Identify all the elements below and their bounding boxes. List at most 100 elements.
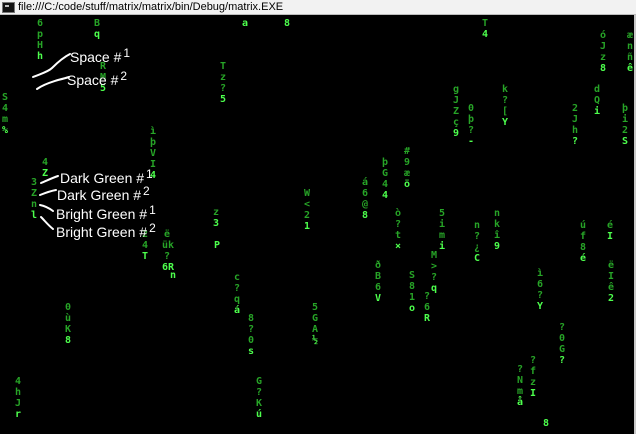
matrix-column: 0 þ? - bbox=[466, 103, 476, 147]
matrix-char: ? bbox=[536, 290, 544, 301]
matrix-char: 8 bbox=[64, 335, 72, 346]
matrix-char: ? bbox=[516, 364, 524, 375]
matrix-char: B bbox=[374, 271, 382, 282]
matrix-char: h bbox=[571, 125, 579, 136]
matrix-char: T bbox=[481, 18, 489, 29]
annotation-bright-green-2-text: Bright Green # bbox=[56, 224, 148, 240]
matrix-char: 6 bbox=[536, 279, 544, 290]
matrix-char: i bbox=[621, 114, 629, 125]
annotation-space-1: Space #1 bbox=[70, 46, 130, 65]
matrix-char: Z bbox=[452, 106, 460, 117]
matrix-column: á 6 @8 bbox=[360, 177, 370, 221]
matrix-char: æ bbox=[403, 168, 411, 179]
matrix-char: á bbox=[361, 177, 369, 188]
annotation-space-2-num: 2 bbox=[120, 69, 128, 83]
matrix-column: ì 6? Y bbox=[535, 268, 545, 312]
matrix-char: n bbox=[626, 41, 634, 52]
matrix-char: 9 bbox=[493, 241, 501, 252]
matrix-column: 4Z bbox=[40, 157, 50, 179]
matrix-char: T bbox=[141, 251, 149, 262]
matrix-char: ù bbox=[64, 313, 72, 324]
matrix-column: ? 6 R bbox=[422, 291, 432, 324]
matrix-column: a bbox=[240, 18, 250, 29]
matrix-char: ò bbox=[394, 208, 402, 219]
matrix-char: N bbox=[516, 375, 524, 386]
matrix-char: G bbox=[255, 376, 263, 387]
matrix-column: #9 æ ö bbox=[402, 146, 412, 190]
matrix-char: × bbox=[394, 241, 402, 252]
matrix-char: k bbox=[493, 219, 501, 230]
matrix-column: 5GA½ bbox=[310, 302, 320, 346]
annotation-bright-green-1: Bright Green #1 bbox=[56, 203, 156, 222]
matrix-char: Z bbox=[30, 188, 38, 199]
matrix-char: m bbox=[438, 230, 446, 241]
matrix-char: 2 bbox=[621, 125, 629, 136]
window-title: file:///C:/code/stuff/matrix/matrix/bin/… bbox=[18, 0, 284, 13]
annotation-space-2: Space #2 bbox=[67, 69, 127, 88]
matrix-char: ? bbox=[571, 136, 579, 147]
matrix-char: æ bbox=[626, 30, 634, 41]
matrix-char: C bbox=[473, 253, 481, 264]
matrix-char: J bbox=[571, 114, 579, 125]
matrix-char: o bbox=[408, 303, 416, 314]
matrix-char: [ bbox=[501, 106, 509, 117]
matrix-char: ? bbox=[473, 231, 481, 242]
matrix-char: þ bbox=[621, 103, 629, 114]
matrix-char: % bbox=[1, 125, 9, 136]
matrix-char: 0 bbox=[467, 103, 475, 114]
matrix-char: á bbox=[233, 305, 241, 316]
matrix-column: 3Znl bbox=[29, 177, 39, 221]
annotation-dark-green-2-num: 2 bbox=[143, 184, 150, 198]
matrix-char: q bbox=[233, 294, 241, 305]
annotation-dark-green-1-num: 1 bbox=[146, 167, 153, 181]
matrix-column: ? 0 G? bbox=[557, 322, 567, 366]
matrix-char: 8 bbox=[579, 242, 587, 253]
matrix-column: 0ùK8 bbox=[63, 302, 73, 346]
matrix-char: I bbox=[606, 231, 614, 242]
matrix-char: ? bbox=[219, 83, 227, 94]
matrix-char: z bbox=[529, 377, 537, 388]
matrix-char: K bbox=[255, 398, 263, 409]
matrix-char: m bbox=[1, 114, 9, 125]
matrix-char: 0 bbox=[558, 333, 566, 344]
matrix-char: é bbox=[606, 220, 614, 231]
matrix-char: ì bbox=[149, 126, 157, 137]
matrix-char: é bbox=[579, 253, 587, 264]
matrix-char: ñ bbox=[626, 52, 634, 63]
matrix-char: q bbox=[93, 29, 101, 40]
matrix-column: M >? q bbox=[429, 250, 439, 294]
matrix-char: S bbox=[408, 270, 416, 281]
matrix-char: ? bbox=[430, 272, 438, 283]
console-window: file:///C:/code/stuff/matrix/matrix/bin/… bbox=[0, 0, 636, 434]
matrix-char: 4 bbox=[14, 376, 22, 387]
matrix-column: W <2 1 bbox=[302, 188, 312, 232]
title-bar[interactable]: file:///C:/code/stuff/matrix/matrix/bin/… bbox=[0, 0, 636, 15]
matrix-char: I bbox=[607, 271, 615, 282]
matrix-char: 1 bbox=[303, 221, 311, 232]
matrix-char: 4 bbox=[381, 179, 389, 190]
matrix-column: 2 Jh? bbox=[570, 103, 580, 147]
matrix-char: s bbox=[247, 346, 255, 357]
matrix-char: 9 bbox=[403, 157, 411, 168]
matrix-char: J bbox=[14, 398, 22, 409]
matrix-char: 0 bbox=[64, 302, 72, 313]
matrix-column: éI bbox=[605, 220, 615, 242]
console-app-icon bbox=[2, 1, 15, 13]
matrix-char: ½ bbox=[311, 335, 319, 346]
matrix-char: 6 bbox=[36, 18, 44, 29]
matrix-char: ? bbox=[501, 95, 509, 106]
matrix-column: ò? t × bbox=[393, 208, 403, 252]
matrix-char: 6 bbox=[423, 302, 431, 313]
matrix-char: Y bbox=[536, 301, 544, 312]
matrix-column: k?[Y bbox=[500, 84, 510, 128]
matrix-char: R bbox=[423, 313, 431, 324]
matrix-char: l bbox=[30, 210, 38, 221]
matrix-char: 8 bbox=[542, 418, 550, 429]
matrix-char: 8 bbox=[283, 18, 291, 29]
matrix-char: # bbox=[403, 146, 411, 157]
matrix-column: þG44 bbox=[380, 157, 390, 201]
matrix-char: ê bbox=[626, 63, 634, 74]
matrix-char: ë bbox=[607, 260, 615, 271]
matrix-char: 8 bbox=[408, 281, 416, 292]
matrix-char: n bbox=[30, 199, 38, 210]
